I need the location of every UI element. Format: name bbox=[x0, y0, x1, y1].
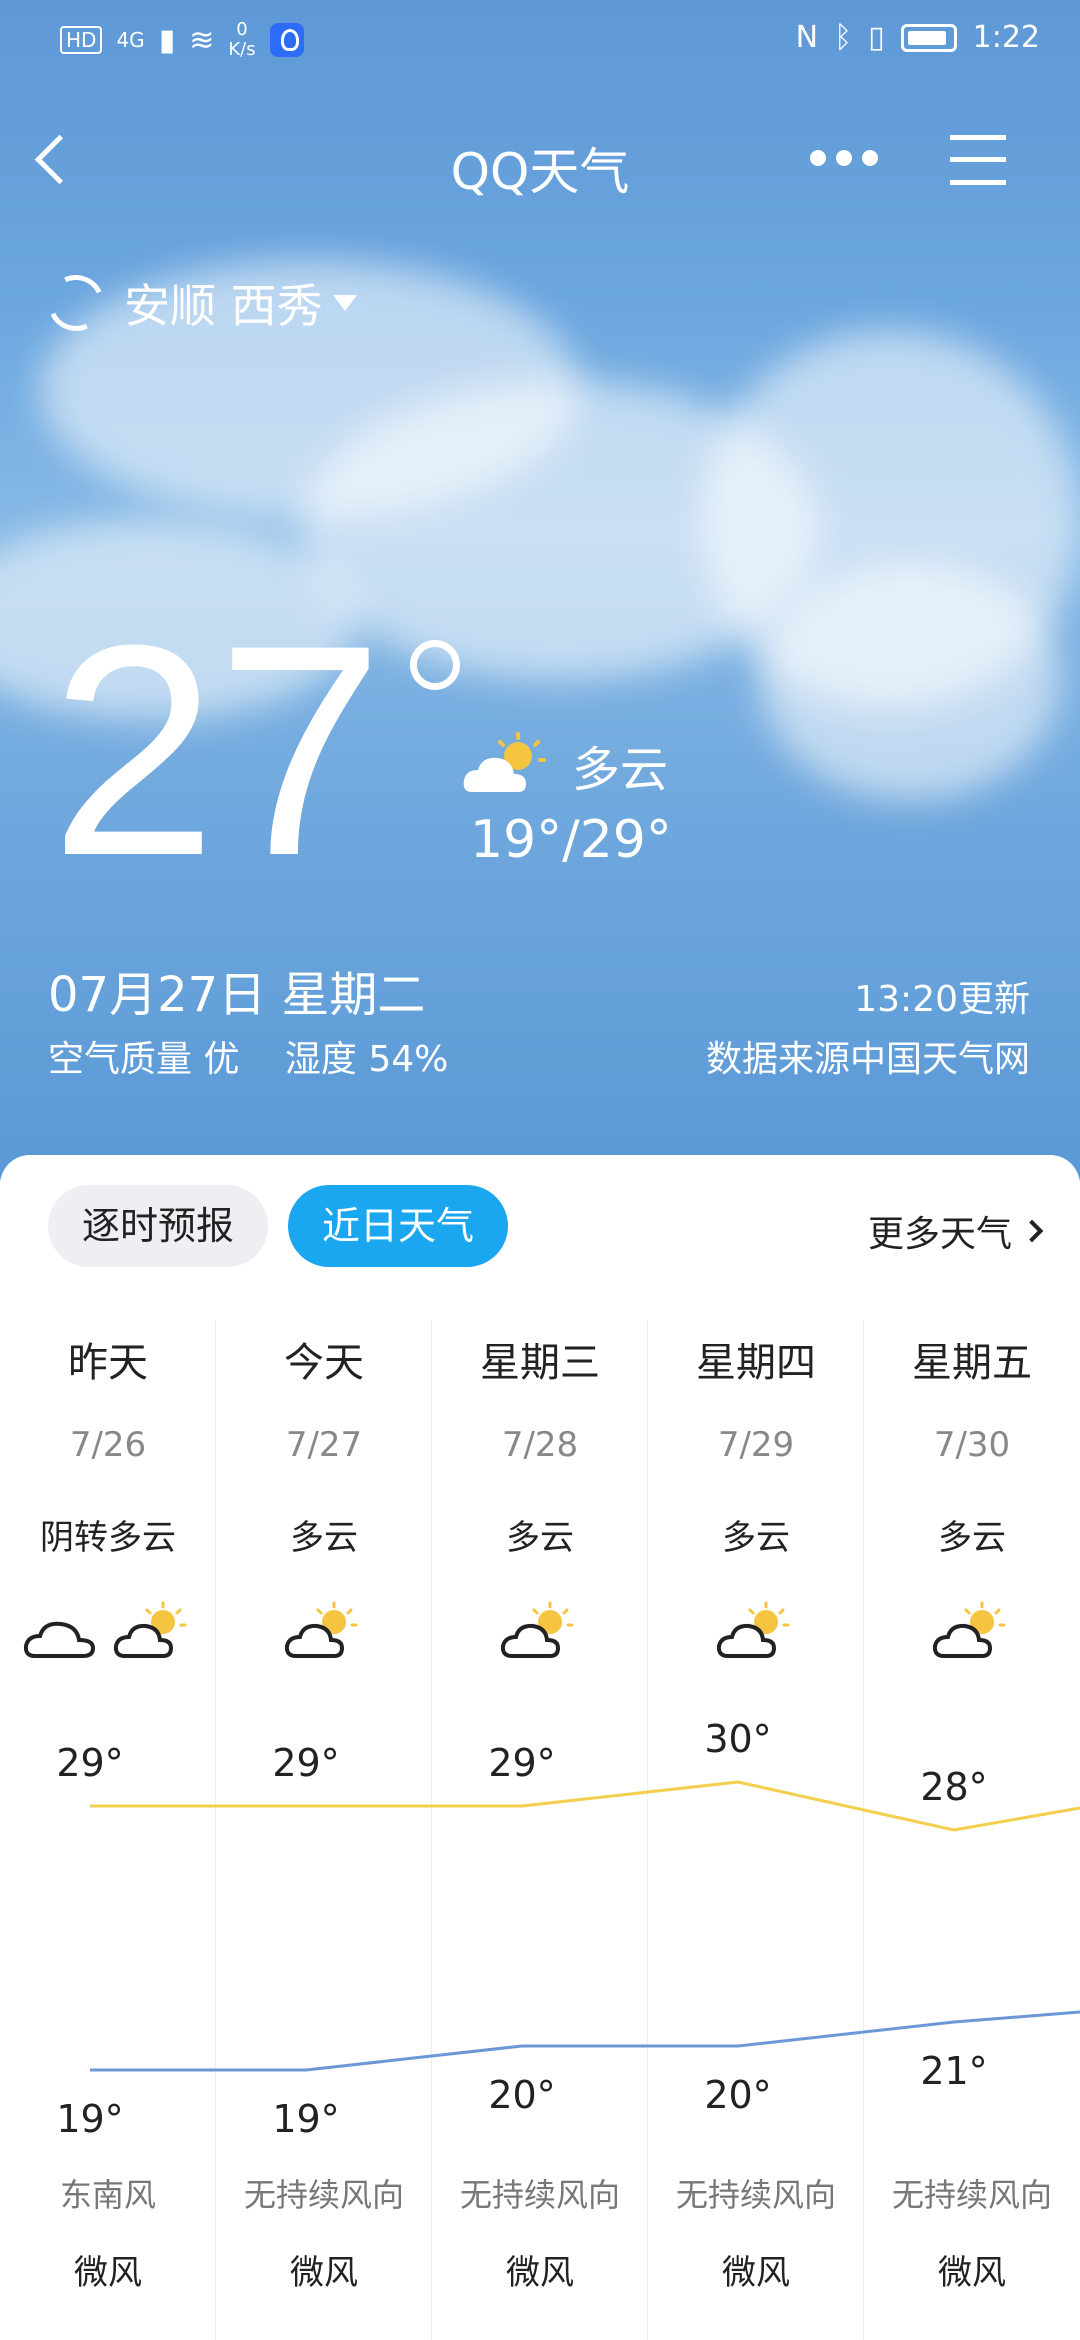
day-name: 今天 bbox=[284, 1340, 364, 1386]
daily-forecast-list: 昨天 7/26 阴转多云 东南风 微风 今天 7/27 多云 无持续风向 微风 … bbox=[0, 1320, 1080, 2340]
net-speed-value: 0 bbox=[236, 19, 248, 40]
status-bar: HD 4G ▮ ≋ 0 K/s N ᛒ ▯ 1:22 bbox=[0, 0, 1080, 80]
day-weather-icons bbox=[648, 1600, 864, 1666]
current-date: 07月27日 星期二 bbox=[48, 967, 426, 1023]
day-condition: 多云 bbox=[938, 1518, 1006, 1558]
clock: 1:22 bbox=[972, 20, 1040, 55]
refresh-icon[interactable] bbox=[40, 267, 112, 339]
more-options-icon[interactable] bbox=[810, 150, 880, 170]
day-condition: 多云 bbox=[506, 1518, 574, 1558]
day-condition: 多云 bbox=[722, 1518, 790, 1558]
vibrate-icon: ▯ bbox=[868, 20, 885, 55]
day-date: 7/29 bbox=[717, 1425, 795, 1465]
partly-cloudy-icon bbox=[284, 1600, 364, 1666]
day-weather-icons bbox=[0, 1600, 216, 1666]
day-date: 7/27 bbox=[285, 1425, 363, 1465]
location-selector[interactable]: 安顺 西秀 bbox=[40, 267, 357, 339]
partly-cloudy-icon bbox=[113, 1600, 193, 1666]
more-weather-link[interactable]: 更多天气 bbox=[867, 1205, 1044, 1257]
wind-direction: 东南风 bbox=[59, 2176, 156, 2214]
net-speed-unit: K/s bbox=[228, 39, 256, 60]
current-condition-text: 多云 bbox=[572, 742, 669, 798]
temperature-range: 19°/29° bbox=[470, 810, 672, 870]
forecast-panel: 逐时预报 近日天气 更多天气 昨天 7/26 阴转多云 东南风 微风 今天 7/… bbox=[0, 1155, 1080, 2340]
current-temperature: 27 bbox=[50, 582, 384, 918]
day-name: 星期四 bbox=[696, 1340, 816, 1386]
partly-cloudy-icon bbox=[932, 1600, 1012, 1666]
network-type: 4G bbox=[116, 28, 145, 52]
wind-level: 微风 bbox=[938, 2253, 1006, 2293]
dropdown-caret-icon bbox=[332, 295, 357, 311]
menu-icon[interactable] bbox=[950, 135, 1006, 187]
day-condition: 阴转多云 bbox=[40, 1518, 176, 1558]
day-date: 7/28 bbox=[501, 1425, 579, 1465]
day-condition: 多云 bbox=[290, 1518, 358, 1558]
more-weather-label: 更多天气 bbox=[867, 1214, 1012, 1255]
update-time: 13:20更新 bbox=[854, 979, 1030, 1020]
hd-badge: HD bbox=[60, 26, 103, 54]
bluetooth-icon: ᛒ bbox=[834, 20, 853, 55]
day-name: 星期五 bbox=[912, 1340, 1032, 1386]
forecast-day-column: 今天 7/27 多云 无持续风向 微风 bbox=[216, 1320, 432, 2340]
day-weather-icons bbox=[216, 1600, 432, 1666]
partly-cloudy-icon bbox=[500, 1600, 580, 1666]
wind-level: 微风 bbox=[506, 2253, 574, 2293]
day-name: 星期三 bbox=[480, 1340, 600, 1386]
current-condition: 多云 bbox=[460, 730, 668, 800]
wind-level: 微风 bbox=[722, 2253, 790, 2293]
humidity: 湿度 54% bbox=[284, 1039, 449, 1080]
cloud-decoration bbox=[760, 560, 1060, 800]
air-humidity: 空气质量 优 湿度 54% bbox=[48, 1030, 448, 1082]
signal-icon: ▮ bbox=[158, 22, 176, 58]
chevron-right-icon bbox=[1020, 1219, 1044, 1243]
day-date: 7/30 bbox=[933, 1425, 1011, 1465]
wind-direction: 无持续风向 bbox=[675, 2176, 836, 2214]
forecast-day-column: 星期四 7/29 多云 无持续风向 微风 bbox=[648, 1320, 864, 2340]
day-weather-icons bbox=[432, 1600, 648, 1666]
notification-bulb-icon bbox=[269, 23, 304, 57]
wind-level: 微风 bbox=[290, 2253, 358, 2293]
wind-direction: 无持续风向 bbox=[891, 2176, 1052, 2214]
tab-daily-weather[interactable]: 近日天气 bbox=[288, 1185, 508, 1267]
app-title: QQ天气 bbox=[450, 143, 630, 201]
day-name: 昨天 bbox=[68, 1340, 148, 1386]
data-source: 数据来源中国天气网 bbox=[705, 1039, 1030, 1080]
wind-level: 微风 bbox=[74, 2253, 142, 2293]
location-name: 安顺 西秀 bbox=[124, 279, 323, 333]
partly-cloudy-icon bbox=[463, 732, 546, 792]
cloud-icon bbox=[23, 1600, 103, 1666]
net-speed: 0 K/s bbox=[228, 20, 255, 60]
wifi-icon: ≋ bbox=[189, 22, 215, 58]
weather-header-background: HD 4G ▮ ≋ 0 K/s N ᛒ ▯ 1:22 QQ天气 安顺 西秀 27… bbox=[0, 0, 1080, 1180]
wind-direction: 无持续风向 bbox=[243, 2176, 404, 2214]
day-date: 7/26 bbox=[69, 1425, 147, 1465]
forecast-day-column: 星期五 7/30 多云 无持续风向 微风 bbox=[864, 1320, 1080, 2340]
battery-icon bbox=[900, 23, 957, 52]
partly-cloudy-icon bbox=[716, 1600, 796, 1666]
tab-hourly-forecast[interactable]: 逐时预报 bbox=[48, 1185, 268, 1267]
nfc-icon: N bbox=[795, 20, 819, 55]
forecast-day-column: 昨天 7/26 阴转多云 东南风 微风 bbox=[0, 1320, 216, 2340]
air-quality: 空气质量 优 bbox=[48, 1039, 240, 1080]
title-bar: QQ天气 bbox=[0, 110, 1080, 210]
wind-direction: 无持续风向 bbox=[459, 2176, 620, 2214]
forecast-day-column: 星期三 7/28 多云 无持续风向 微风 bbox=[432, 1320, 648, 2340]
degree-symbol-icon bbox=[410, 640, 460, 690]
day-weather-icons bbox=[864, 1600, 1080, 1666]
